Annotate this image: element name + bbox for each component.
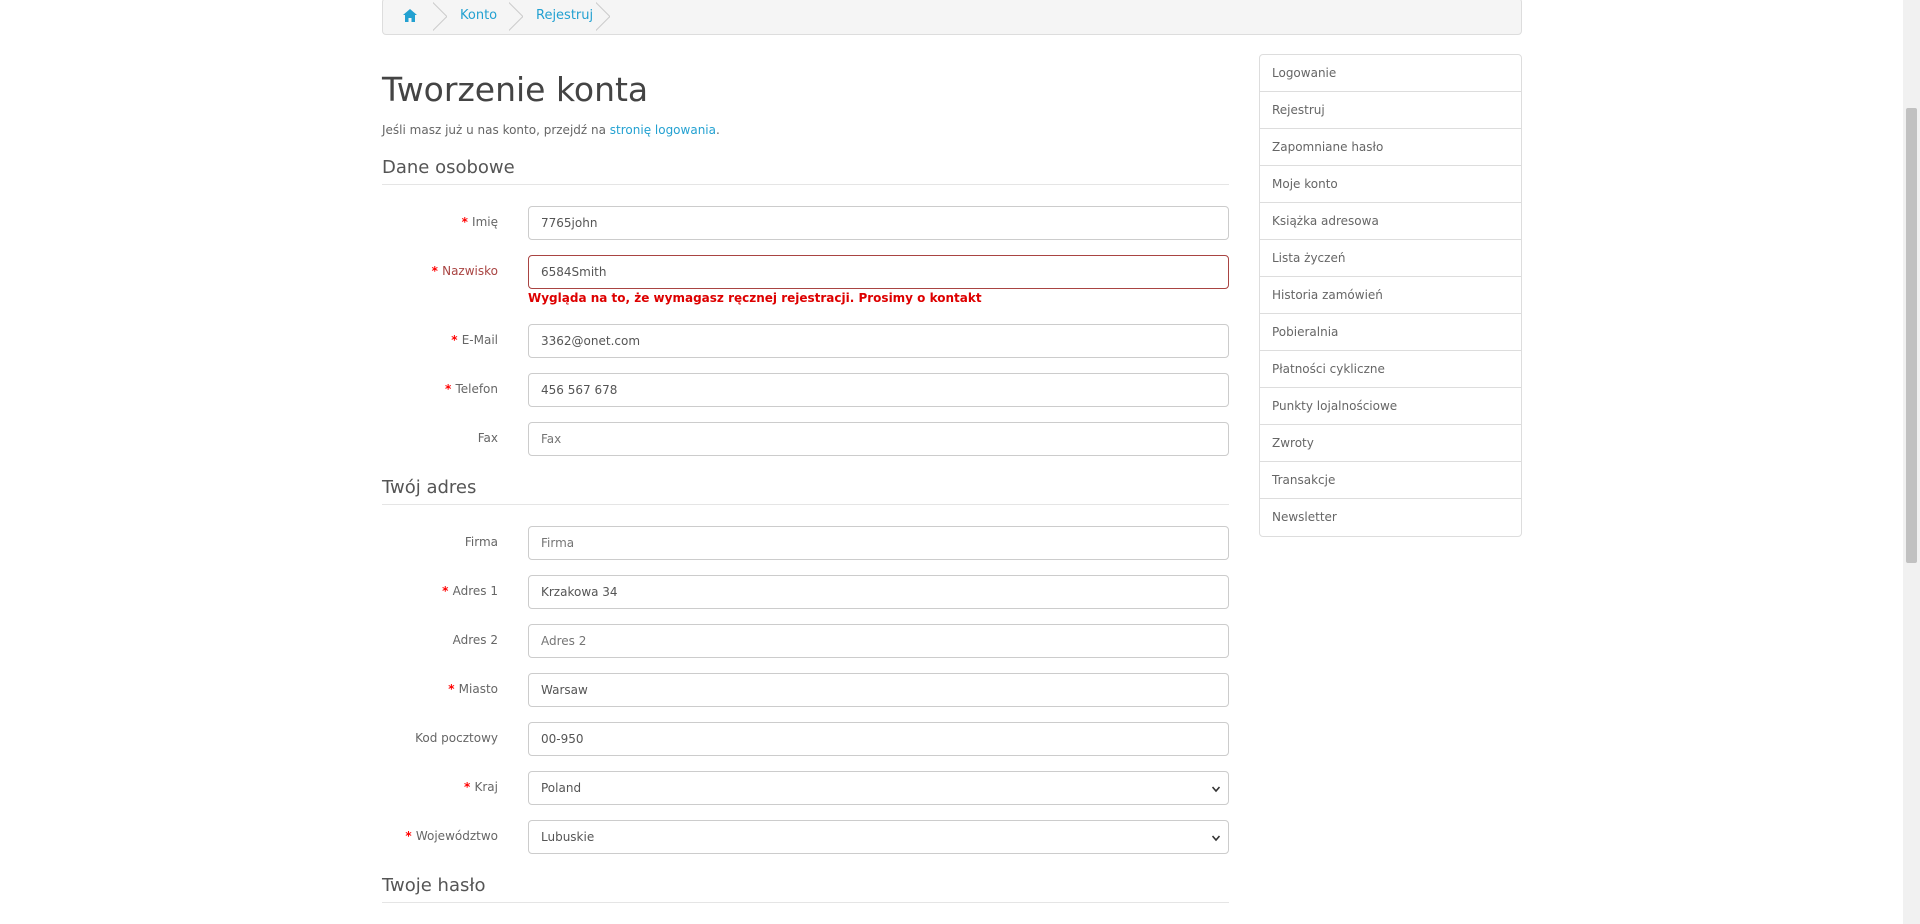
sidebar-item-logowanie[interactable]: Logowanie [1260, 55, 1521, 92]
section-password-heading: Twoje hasło [382, 875, 1229, 903]
chevron-down-icon [1212, 786, 1220, 793]
breadcrumb: Konto Rejestruj [382, 0, 1522, 35]
city-label: Miasto [380, 682, 498, 696]
firstname-input[interactable] [528, 206, 1229, 240]
intro-suffix: . [715, 123, 720, 137]
country-select[interactable]: Poland [528, 771, 1229, 805]
sidebar-item-forgotten-password[interactable]: Zapomniane hasło [1260, 129, 1521, 166]
breadcrumb-separator [596, 0, 610, 34]
fax-label: Fax [477, 431, 498, 445]
lastname-input[interactable] [528, 255, 1229, 289]
country-label: Kraj [380, 780, 499, 794]
sidebar-item-my-account[interactable]: Moje konto [1260, 166, 1521, 203]
zone-select[interactable]: Lubuskie [528, 820, 1229, 854]
sidebar-item-rejestruj[interactable]: Rejestruj [1260, 92, 1521, 129]
section-address-heading: Twój adres [382, 477, 1229, 505]
company-input[interactable] [528, 526, 1229, 560]
telephone-input[interactable] [528, 373, 1229, 407]
sidebar-item-transactions[interactable]: Transakcje [1260, 462, 1521, 499]
lastname-label: Nazwisko [380, 264, 498, 278]
page-scrollbar[interactable] [1903, 0, 1920, 924]
sidebar-item-newsletter[interactable]: Newsletter [1260, 499, 1521, 536]
firstname-label: Imię [380, 215, 498, 229]
address1-input[interactable] [528, 575, 1229, 609]
lastname-error-message: Wygląda na to, że wymagasz ręcznej rejes… [528, 291, 982, 305]
fax-input[interactable] [528, 422, 1229, 456]
breadcrumb-separator [433, 0, 447, 34]
login-page-link[interactable]: stronię logowania [610, 123, 716, 137]
country-selected-value: Poland [541, 781, 582, 795]
home-icon[interactable] [403, 9, 417, 22]
sidebar-item-address-book[interactable]: Książka adresowa [1260, 203, 1521, 240]
address1-label: Adres 1 [380, 584, 498, 598]
city-input[interactable] [528, 673, 1229, 707]
section-personal-heading: Dane osobowe [382, 157, 1229, 185]
account-sidebar: Logowanie Rejestruj Zapomniane hasło Moj… [1259, 54, 1522, 537]
zone-selected-value: Lubuskie [541, 830, 595, 844]
sidebar-item-order-history[interactable]: Historia zamówień [1260, 277, 1521, 314]
telephone-label: Telefon [380, 382, 498, 396]
intro-prefix: Jeśli masz już u nas konto, przejdź na [382, 123, 610, 137]
sidebar-item-recurring-payments[interactable]: Płatności cykliczne [1260, 351, 1521, 388]
email-input[interactable] [528, 324, 1229, 358]
email-label: E-Mail [380, 333, 498, 347]
breadcrumb-separator [509, 0, 523, 34]
sidebar-item-reward-points[interactable]: Punkty lojalnościowe [1260, 388, 1521, 425]
sidebar-item-downloads[interactable]: Pobieralnia [1260, 314, 1521, 351]
address2-label: Adres 2 [452, 633, 498, 647]
company-label: Firma [464, 535, 498, 549]
sidebar-item-wishlist[interactable]: Lista życzeń [1260, 240, 1521, 277]
chevron-down-icon [1212, 835, 1220, 842]
sidebar-item-returns[interactable]: Zwroty [1260, 425, 1521, 462]
postcode-input[interactable] [528, 722, 1229, 756]
postcode-label: Kod pocztowy [415, 731, 498, 745]
intro-text: Jeśli masz już u nas konto, przejdź na s… [382, 123, 720, 137]
breadcrumb-link-konto[interactable]: Konto [460, 0, 497, 34]
zone-label: Województwo [380, 829, 498, 843]
breadcrumb-link-rejestruj[interactable]: Rejestruj [536, 0, 593, 34]
address2-input[interactable] [528, 624, 1229, 658]
page-title: Tworzenie konta [382, 70, 649, 109]
scrollbar-thumb[interactable] [1906, 108, 1917, 563]
